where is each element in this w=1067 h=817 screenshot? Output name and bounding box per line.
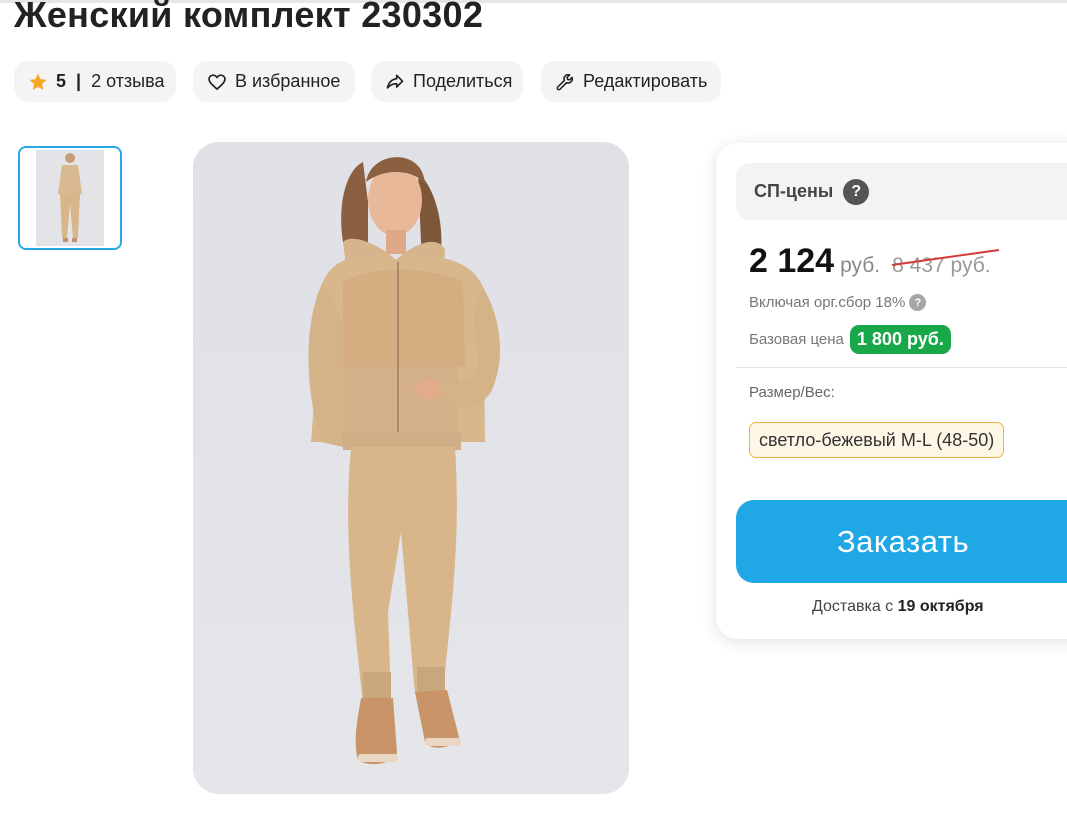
price-row: 2 124 руб. 8 437 руб. xyxy=(749,242,1000,281)
heart-icon xyxy=(207,72,227,92)
base-price-label: Базовая цена xyxy=(749,331,844,348)
sp-prices-title: СП-цены xyxy=(754,181,834,201)
product-title: Женский комплект 230302 xyxy=(14,0,484,35)
delivery-prefix: Доставка с xyxy=(812,598,898,615)
size-option-selected[interactable]: светло-бежевый M-L (48-50) xyxy=(749,422,1005,458)
question-icon[interactable]: ? xyxy=(843,178,870,205)
favorite-button[interactable]: В избранное xyxy=(193,61,355,102)
share-label: Поделиться xyxy=(413,71,513,91)
star-icon xyxy=(28,72,48,92)
thumbnail-image xyxy=(36,150,104,246)
fee-note: Включая орг.сбор 18% ? xyxy=(749,294,927,311)
delivery-info: Доставка с 19 октября xyxy=(812,598,984,616)
fee-question-icon[interactable]: ? xyxy=(909,294,927,311)
sp-prices-header[interactable]: СП-цены ? xyxy=(736,163,1067,220)
old-price: 8 437 руб. xyxy=(892,248,1000,278)
delivery-date: 19 октября xyxy=(897,598,984,615)
base-price-badge: 1 800 руб. xyxy=(849,325,951,354)
current-price: 2 124 xyxy=(749,242,835,280)
rating-separator: | xyxy=(76,71,82,91)
rating-chip[interactable]: 5 | 2 отзыва xyxy=(14,61,176,102)
edit-button[interactable]: Редактировать xyxy=(541,61,721,102)
reviews-link[interactable]: 2 отзыва xyxy=(91,71,164,92)
base-price-row: Базовая цена 1 800 руб. xyxy=(749,325,951,354)
order-button[interactable]: Заказать xyxy=(736,500,1067,583)
share-button[interactable]: Поделиться xyxy=(371,61,523,102)
favorite-label: В избранное xyxy=(235,71,341,91)
product-thumbnail[interactable] xyxy=(18,146,122,250)
fee-text: Включая орг.сбор 18% xyxy=(749,294,906,311)
wrench-icon xyxy=(555,72,575,92)
rating-value: 5 xyxy=(56,71,67,91)
card-divider xyxy=(736,367,1067,368)
product-photo xyxy=(193,142,629,794)
size-label: Размер/Вес: xyxy=(749,384,835,401)
currency: руб. xyxy=(840,254,881,277)
edit-label: Редактировать xyxy=(583,71,708,91)
share-icon xyxy=(385,72,405,92)
